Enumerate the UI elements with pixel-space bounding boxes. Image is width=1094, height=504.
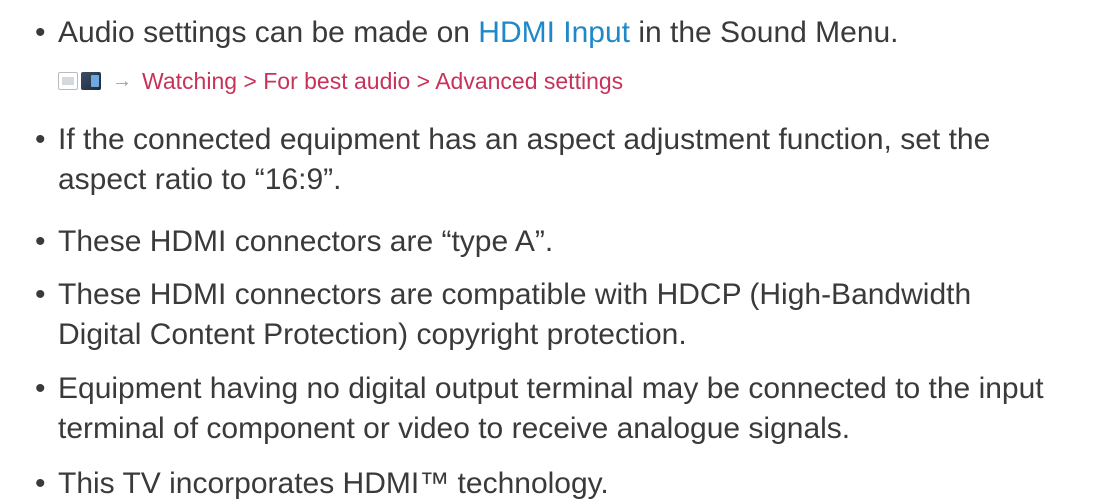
bullet-line: terminal of component or video to receiv… bbox=[58, 412, 851, 445]
bullet-text: This TV incorporates HDMI™ technology. bbox=[58, 464, 1085, 504]
bullet-dot: • bbox=[35, 372, 46, 405]
bullet-text-after: in the Sound Menu. bbox=[630, 16, 899, 49]
bullet-text: These HDMI connectors are compatible wit… bbox=[58, 275, 1085, 355]
bullet-line: If the connected equipment has an aspect… bbox=[58, 123, 991, 156]
bullet-line: Equipment having no digital output termi… bbox=[58, 372, 1044, 405]
bullet-text: These HDMI connectors are “type A”. bbox=[58, 222, 1085, 262]
bullet-text: Equipment having no digital output termi… bbox=[58, 369, 1085, 449]
bullet-dot: • bbox=[35, 123, 46, 156]
menu-navigation-path: → Watching > For best audio > Advanced s… bbox=[58, 66, 623, 96]
bullet-line: aspect ratio to “16:9”. bbox=[58, 163, 342, 196]
bullet-text: Audio settings can be made on HDMI Input… bbox=[58, 13, 1085, 53]
bullet-dot: • bbox=[35, 467, 46, 500]
bullet-line: These HDMI connectors are compatible wit… bbox=[58, 278, 972, 311]
hdmi-input-link[interactable]: HDMI Input bbox=[478, 16, 630, 49]
bullet-text: If the connected equipment has an aspect… bbox=[58, 120, 1085, 200]
menu-icon bbox=[58, 70, 104, 92]
menu-path-link[interactable]: Watching > For best audio > Advanced set… bbox=[142, 68, 623, 95]
arrow-right-icon: → bbox=[112, 69, 132, 92]
bullet-dot: • bbox=[35, 16, 46, 49]
document-page: • Audio settings can be made on HDMI Inp… bbox=[0, 0, 1094, 502]
bullet-dot: • bbox=[35, 278, 46, 311]
bullet-line: Digital Content Protection) copyright pr… bbox=[58, 318, 687, 351]
bullet-line: These HDMI connectors are “type A”. bbox=[58, 225, 554, 258]
bullet-line: This TV incorporates HDMI™ technology. bbox=[58, 467, 609, 500]
bullet-dot: • bbox=[35, 225, 46, 258]
bullet-text-before: Audio settings can be made on bbox=[58, 16, 479, 49]
